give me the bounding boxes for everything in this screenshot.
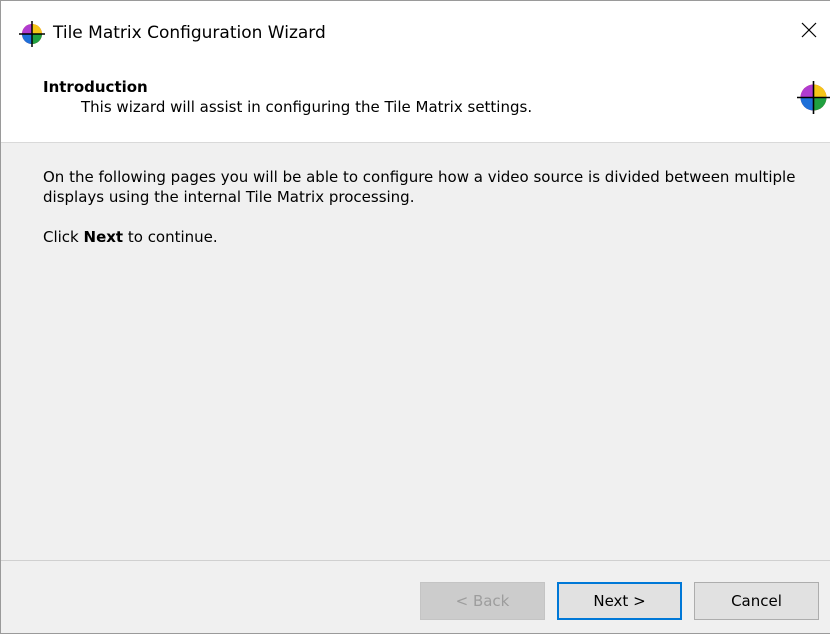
window-title: Tile Matrix Configuration Wizard [53, 23, 326, 43]
wizard-content: On the following pages you will be able … [43, 167, 813, 267]
description-text: On the following pages you will be able … [43, 168, 796, 206]
close-icon [801, 22, 817, 42]
instruction-text: Click Next to continue. [43, 227, 813, 247]
title-bar: Tile Matrix Configuration Wizard [1, 1, 830, 64]
instruction-prefix: Click [43, 228, 84, 246]
header-subtitle: This wizard will assist in configuring t… [81, 98, 533, 116]
close-button[interactable] [788, 13, 830, 51]
header-title: Introduction [43, 78, 148, 96]
wizard-window: Tile Matrix Configuration Wizard Introdu… [0, 0, 830, 634]
back-button[interactable]: < Back [420, 582, 545, 620]
color-wheel-icon [19, 21, 45, 47]
instruction-next-keyword: Next [83, 228, 124, 246]
next-button[interactable]: Next > [557, 582, 682, 620]
footer-divider [1, 560, 830, 561]
wizard-header: Introduction This wizard will assist in … [1, 64, 830, 143]
cancel-button[interactable]: Cancel [694, 582, 819, 620]
color-wheel-icon [797, 81, 830, 114]
instruction-suffix: to continue. [123, 228, 218, 246]
